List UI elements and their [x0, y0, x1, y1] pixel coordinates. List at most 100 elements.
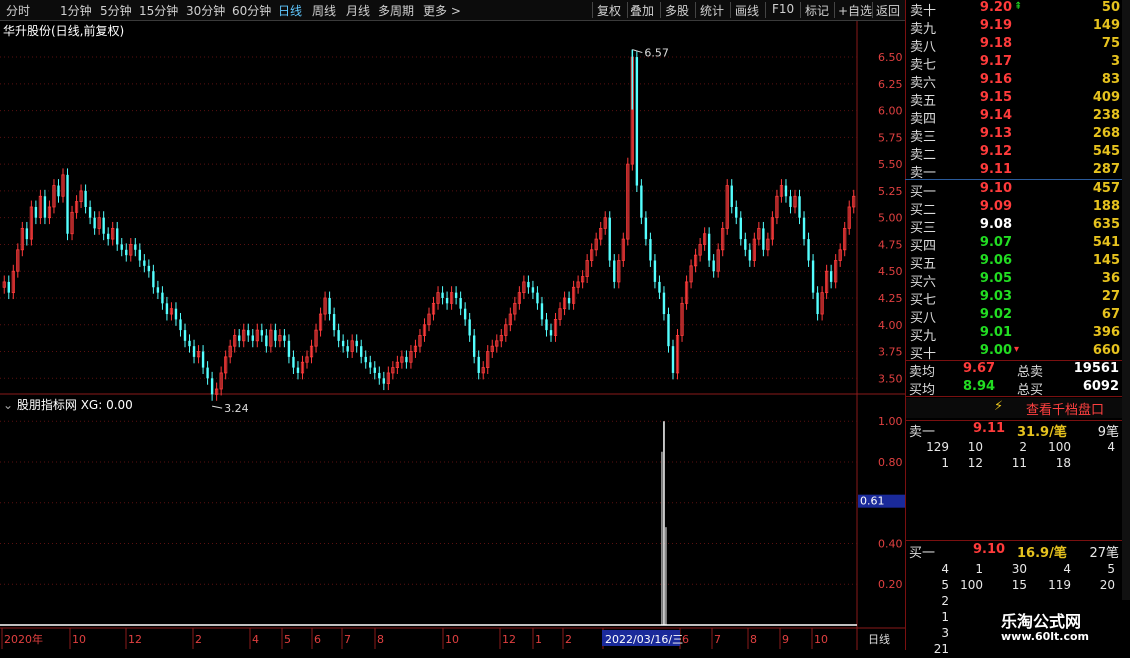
sell-level-row[interactable]: 卖四 9.14 238 — [906, 108, 1130, 127]
sell-level-row[interactable]: 卖七 9.17 3 — [906, 54, 1130, 73]
statistics-button[interactable]: 统计 — [700, 2, 724, 19]
buy-level-row[interactable]: 买二 9.09 188 — [906, 199, 1130, 218]
sell-level-row[interactable]: 卖一 9.11 287 — [906, 162, 1130, 181]
period-tab-monthly[interactable]: 月线 — [346, 2, 370, 19]
candle-body-down — [88, 206, 92, 218]
candle-body-down — [454, 292, 458, 298]
period-tab-more[interactable]: 更多 > — [423, 2, 461, 19]
low-pointer — [212, 405, 223, 409]
kline-chart[interactable]: 6.50 6.25 6.00 5.75 5.50 5.25 5.00 4.75 4.50 4.25… — [0, 21, 905, 650]
add-watchlist-button[interactable]: +自选 — [838, 2, 872, 19]
period-tab-15min[interactable]: 15分钟 — [139, 2, 178, 19]
buy-level-row[interactable]: 买六 9.05 36 — [906, 271, 1130, 290]
candle-body-down — [762, 228, 765, 250]
candlestick-series — [2, 50, 856, 401]
sell-level-volume: 268 — [1092, 126, 1120, 141]
period-tab-weekly[interactable]: 周线 — [312, 2, 336, 19]
price-tick-label: 6.25 — [878, 78, 903, 91]
sell-queue-count: 9笔 — [1097, 425, 1119, 440]
sell-level-price: 9.13 — [979, 126, 1012, 141]
period-tab-daily[interactable]: 日线 — [278, 2, 302, 19]
lightning-icon: ⚡ — [994, 399, 1004, 414]
buy-level-row[interactable]: 买四 9.07 541 — [906, 235, 1130, 254]
sell-level-price: 9.20 — [979, 0, 1012, 15]
sell-level-row[interactable]: 卖九 9.19 149 — [906, 18, 1130, 37]
buy-level-row[interactable]: 买五 9.06 145 — [906, 253, 1130, 272]
candle-body-down — [125, 249, 128, 256]
candle-body-down — [251, 335, 254, 341]
view-depth-label: 查看千档盘口 — [1026, 403, 1105, 418]
indicator-tick-label: 0.20 — [878, 578, 903, 591]
time-tick-label: 7 — [344, 633, 351, 646]
candle-body-down — [247, 330, 250, 336]
sell-level-row[interactable]: 卖八 9.18 75 — [906, 36, 1130, 55]
buy-level-row[interactable]: 买三 9.08 635 — [906, 217, 1130, 236]
sell-queue-per-order: 31.9/笔 — [1017, 425, 1067, 440]
buy-level-row[interactable]: 买九 9.01 396 — [906, 325, 1130, 344]
time-tick-label: 7 — [714, 633, 721, 646]
period-tab-5min[interactable]: 5分钟 — [100, 2, 132, 19]
candle-body-down — [472, 335, 476, 357]
time-tick-label: 5 — [284, 633, 291, 646]
high-price-label: 6.57 — [644, 47, 669, 60]
candle-body-down — [332, 314, 336, 331]
buy-level-row[interactable]: 买十 9.00 660 ▾ — [906, 343, 1130, 362]
candle-body-down — [84, 190, 87, 207]
candle-body-down — [210, 378, 214, 395]
sell-level-row[interactable]: 卖十 9.20 50 ⇞ — [906, 0, 1130, 19]
period-tab-1min[interactable]: 1分钟 — [60, 2, 92, 19]
buy-queue-label: 买一 — [909, 546, 936, 561]
buy-level-row[interactable]: 买八 9.02 67 — [906, 307, 1130, 326]
time-cursor-label: 2022/03/16/三 — [605, 633, 683, 646]
sell-level-label: 卖十 — [910, 4, 937, 19]
candle-body-down — [161, 292, 164, 304]
sell-level-row[interactable]: 卖六 9.16 83 — [906, 72, 1130, 91]
draw-line-button[interactable]: 画线 — [735, 2, 759, 19]
back-button[interactable]: 返回 — [876, 2, 900, 19]
candle-body-down — [265, 335, 268, 347]
mark-button[interactable]: 标记 — [805, 2, 829, 19]
period-tab-30min[interactable]: 30分钟 — [186, 2, 225, 19]
multi-stock-button[interactable]: 多股 — [665, 2, 689, 19]
sell-level-price: 9.14 — [979, 108, 1012, 123]
buy-level-label: 买八 — [910, 311, 937, 326]
restore-rights-button[interactable]: 复权 — [597, 2, 621, 19]
sell-avg-value: 9.67 — [963, 361, 996, 376]
right-edge-strip — [1122, 0, 1130, 650]
time-tick-label: 8 — [377, 633, 384, 646]
buy-level-price: 9.03 — [979, 289, 1012, 304]
period-label: 日线 — [868, 632, 890, 646]
candle-body-down — [355, 340, 358, 347]
candle-body-down — [201, 351, 205, 368]
sell-queue-row: 129 10 2 100 4 — [905, 440, 1123, 456]
buy-level-volume: 541 — [1092, 235, 1120, 250]
buy-level-price: 9.01 — [979, 325, 1012, 340]
period-tab-multi[interactable]: 多周期 — [378, 2, 414, 19]
candle-body-down — [260, 330, 264, 336]
buy-level-row[interactable]: 买七 9.03 27 — [906, 289, 1130, 308]
sell-level-row[interactable]: 卖五 9.15 409 — [906, 90, 1130, 109]
candle-body-down — [346, 346, 349, 352]
candle-body-down — [378, 372, 381, 379]
buy-queue-order: 20 — [1099, 578, 1115, 592]
buy-level-row[interactable]: 买一 9.10 457 — [906, 181, 1130, 200]
buy-level-volume: 635 — [1092, 217, 1120, 232]
sell-queue-price: 9.11 — [973, 421, 1006, 436]
buy-avg-value: 8.94 — [963, 379, 996, 394]
period-tab-intraday[interactable]: 分时 — [6, 2, 30, 19]
indicator-tick-label: 1.00 — [878, 415, 903, 428]
price-tick-label: 6.50 — [878, 51, 903, 64]
f10-button[interactable]: F10 — [772, 2, 794, 16]
view-depth-button[interactable]: ⚡ 查看千档盘口 — [906, 398, 1122, 418]
time-tick-label: 1 — [535, 633, 542, 646]
sell-level-label: 卖四 — [910, 112, 937, 127]
period-tab-60min[interactable]: 60分钟 — [232, 2, 271, 19]
overlay-button[interactable]: 叠加 — [630, 2, 654, 19]
sell-level-row[interactable]: 卖三 9.13 268 — [906, 126, 1130, 145]
total-buy-value: 6092 — [1082, 379, 1119, 394]
candle-body-down — [549, 330, 553, 336]
indicator-collapse-icon[interactable]: ⌄ — [3, 398, 13, 412]
sell-level-row[interactable]: 卖二 9.12 545 — [906, 144, 1130, 163]
time-tick-label: 2 — [565, 633, 572, 646]
sell-level-price: 9.18 — [979, 36, 1012, 51]
